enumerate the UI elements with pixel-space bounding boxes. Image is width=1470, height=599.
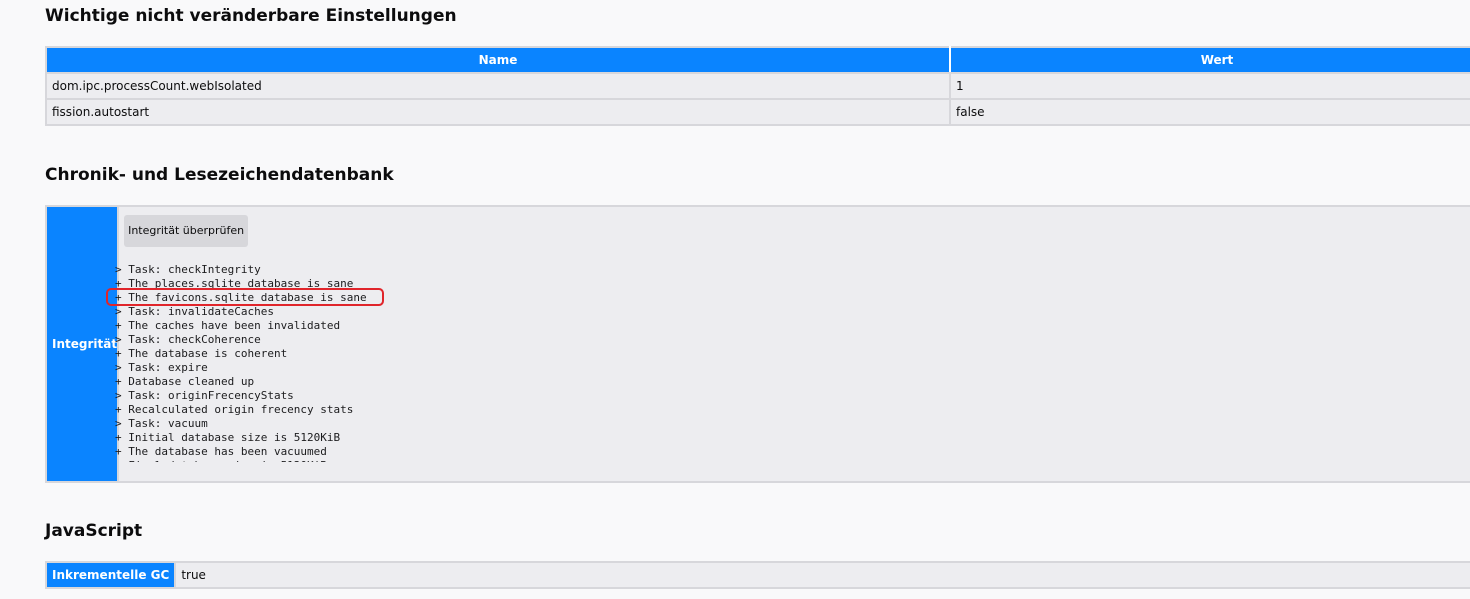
table-row: fission.autostart false: [45, 98, 1470, 126]
log-line: > Task: checkIntegrity: [115, 263, 261, 276]
column-header-value: Wert: [949, 46, 1470, 74]
important-prefs-table: Name Wert dom.ipc.processCount.webIsolat…: [45, 46, 1470, 126]
log-line: + The database has been vacuumed: [115, 445, 327, 458]
row-label-integrity: Integrität: [44, 205, 120, 483]
row-label-incremental-gc: Inkrementelle GC: [44, 561, 177, 589]
table-header-row: Name Wert: [45, 46, 1470, 74]
pref-value: 1: [949, 72, 1470, 100]
log-line: + The caches have been invalidated: [115, 319, 341, 332]
log-line: + The database is coherent: [115, 347, 288, 360]
pref-value: false: [949, 98, 1470, 126]
log-line: > Task: checkCoherence: [115, 333, 261, 346]
incremental-gc-value: true: [174, 561, 1470, 589]
log-line: + The places.sqlite database is sane: [115, 277, 354, 290]
javascript-table: Inkrementelle GC true: [44, 561, 1470, 589]
log-line: + Final database size is 5120KiB: [115, 459, 1415, 462]
log-line: + The favicons.sqlite database is sane: [115, 291, 367, 304]
section-title-important-prefs: Wichtige nicht veränderbare Einstellunge…: [45, 6, 457, 26]
log-line: > Task: originFrecencyStats: [115, 389, 294, 402]
pref-name: fission.autostart: [45, 98, 951, 126]
section-title-javascript: JavaScript: [45, 521, 143, 541]
table-row: dom.ipc.processCount.webIsolated 1: [45, 72, 1470, 100]
integrity-log-output: > Task: checkIntegrity + The places.sqlit…: [115, 263, 1415, 462]
log-line: + Database cleaned up: [115, 375, 255, 388]
support-page: Wichtige nicht veränderbare Einstellunge…: [0, 0, 1470, 599]
check-integrity-button[interactable]: Integrität überprüfen: [124, 215, 249, 247]
section-title-places: Chronik- und Lesezeichendatenbank: [45, 165, 394, 185]
pref-name: dom.ipc.processCount.webIsolated: [45, 72, 951, 100]
log-line: > Task: invalidateCaches: [115, 305, 274, 318]
log-line: > Task: expire: [115, 361, 208, 374]
log-line: + Initial database size is 5120KiB: [115, 431, 341, 444]
table-row: Inkrementelle GC true: [44, 561, 1470, 589]
log-line: > Task: vacuum: [115, 417, 208, 430]
column-header-name: Name: [45, 46, 951, 74]
log-line: + Recalculated origin frecency stats: [115, 403, 354, 416]
